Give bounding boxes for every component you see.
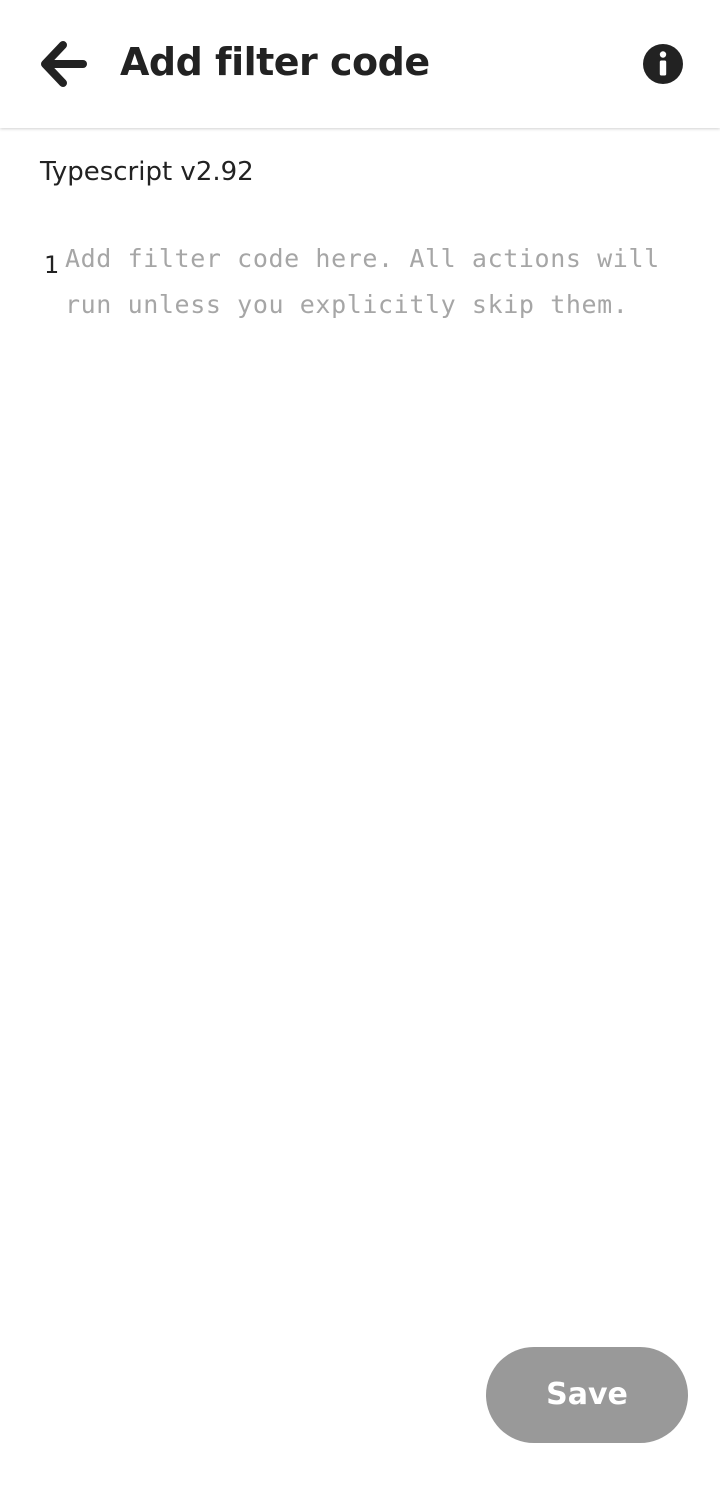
save-button[interactable]: Save xyxy=(486,1347,688,1443)
page-title: Add filter code xyxy=(120,40,430,84)
language-version-label: Typescript v2.92 xyxy=(40,157,254,187)
code-editor[interactable]: 1 Add filter code here. All actions will… xyxy=(0,236,720,1316)
info-button[interactable] xyxy=(641,42,685,86)
line-number: 1 xyxy=(44,251,60,279)
arrow-left-icon xyxy=(41,41,87,87)
code-input-placeholder[interactable]: Add filter code here. All actions will r… xyxy=(65,236,695,328)
app-screen: Add filter code Typescript v2.92 1 Add f… xyxy=(0,0,720,1507)
back-button[interactable] xyxy=(36,38,90,90)
info-circle-icon xyxy=(643,44,683,84)
app-header: Add filter code xyxy=(0,0,720,128)
